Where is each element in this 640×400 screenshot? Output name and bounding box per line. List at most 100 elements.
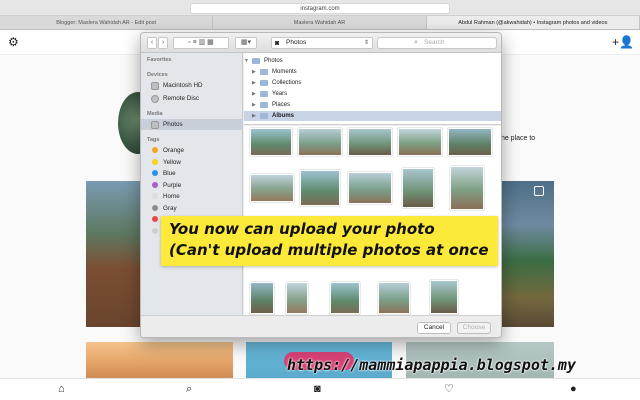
- sidebar-item-macintosh-hd[interactable]: Macintosh HD: [147, 80, 243, 91]
- folder-icon: [260, 102, 268, 108]
- photo-thumbnail[interactable]: [398, 128, 442, 156]
- photo-thumbnail[interactable]: [250, 174, 294, 202]
- photo-thumbnail[interactable]: [378, 282, 410, 314]
- tag-color-dot: [152, 193, 158, 199]
- address-bar[interactable]: instagram.com: [190, 3, 450, 14]
- profile-icon[interactable]: ●: [570, 383, 577, 395]
- browser-row-label: Collections: [272, 80, 302, 86]
- column-browser: ▼ Photos ▶ Moments ▶ Collections ▶ Years ▶ Places…: [244, 53, 501, 125]
- file-open-dialog: ‹ › ▫ ≡ ▥ ▦ ▦▾ ◙ Photos ⇕ ⌕ Search Favor…: [140, 32, 502, 338]
- photo-thumbnail[interactable]: [250, 128, 292, 156]
- photo-thumbnail[interactable]: [402, 168, 434, 208]
- photo-thumbnail[interactable]: [300, 170, 340, 206]
- photo-thumbnail[interactable]: [450, 166, 484, 210]
- post-thumbnail[interactable]: [494, 181, 554, 327]
- camera-icon: [151, 121, 159, 129]
- sidebar-tag-label: Yellow: [163, 158, 181, 166]
- dialog-footer: Cancel Choose: [141, 315, 501, 337]
- search-input[interactable]: ⌕ Search: [377, 37, 497, 49]
- sidebar-heading-media: Media: [147, 111, 163, 117]
- disclosure-triangle-icon[interactable]: ▶: [252, 111, 256, 121]
- gear-icon[interactable]: ⚙: [8, 36, 20, 48]
- photo-thumbnail[interactable]: [348, 128, 392, 156]
- photos-app-icon: [252, 58, 260, 64]
- folder-icon: [260, 113, 268, 119]
- tab-bar: Blogger: Maslera Wahidah AR - Edit post …: [0, 16, 640, 30]
- sidebar-tag-item[interactable]: Gray: [147, 203, 243, 214]
- disclosure-triangle-icon[interactable]: ▶: [252, 89, 256, 99]
- profile-bio: the place to: [499, 135, 536, 142]
- camera-icon: ◙: [275, 40, 280, 47]
- multiple-photos-icon: [534, 186, 544, 196]
- disclosure-triangle-icon[interactable]: ▶: [252, 100, 256, 110]
- sidebar-tag-item[interactable]: Orange: [147, 145, 243, 156]
- hard-drive-icon: [151, 82, 159, 90]
- arrange-button[interactable]: ▦▾: [235, 37, 257, 49]
- photo-thumbnail[interactable]: [348, 172, 392, 204]
- sidebar-tag-item[interactable]: Blue: [147, 168, 243, 179]
- sidebar-heading-favorites: Favorites: [147, 57, 172, 63]
- photo-thumbnail[interactable]: [448, 128, 492, 156]
- sidebar-tag-item[interactable]: Yellow: [147, 157, 243, 168]
- back-button[interactable]: ‹: [147, 37, 157, 49]
- sidebar-heading-devices: Devices: [147, 72, 168, 78]
- browser-row[interactable]: ▶ Places: [252, 100, 501, 110]
- forward-button[interactable]: ›: [158, 37, 168, 49]
- photo-thumbnail[interactable]: [250, 282, 274, 314]
- screen: instagram.com Blogger: Maslera Wahidah A…: [0, 0, 640, 400]
- sidebar-item-label: Remote Disc: [163, 95, 200, 102]
- disclosure-triangle-icon[interactable]: ▶: [252, 67, 256, 77]
- chevron-updown-icon: ⇕: [363, 40, 369, 46]
- browser-tab[interactable]: Maslera Wahidah AR: [213, 16, 427, 29]
- sidebar-item-photos[interactable]: Photos: [141, 119, 243, 130]
- cancel-button[interactable]: Cancel: [417, 322, 451, 334]
- search-placeholder: Search: [424, 39, 445, 46]
- sidebar-tag-item[interactable]: Purple: [147, 180, 243, 191]
- browser-row[interactable]: ▶ Collections: [252, 78, 501, 88]
- dialog-sidebar: Favorites Devices Macintosh HD Remote Di…: [141, 53, 243, 315]
- caption-banner: You now can upload your photo (Can't upl…: [161, 216, 498, 266]
- sidebar-tag-label: Blue: [163, 170, 176, 177]
- browser-tab[interactable]: Blogger: Maslera Wahidah AR - Edit post: [0, 16, 214, 29]
- blog-watermark: https://mammiapappia.blogspot.my: [287, 356, 576, 374]
- browser-row-label: Albums: [272, 113, 295, 119]
- browser-row-label: Places: [272, 102, 291, 108]
- photo-thumbnail[interactable]: [298, 128, 342, 156]
- disclosure-triangle-icon[interactable]: ▶: [252, 78, 256, 88]
- choose-button[interactable]: Choose: [457, 322, 491, 334]
- view-mode-buttons[interactable]: ▫ ≡ ▥ ▦: [173, 37, 229, 49]
- sidebar-item-remote-disc[interactable]: Remote Disc: [147, 93, 243, 104]
- post-thumbnail[interactable]: [86, 342, 233, 382]
- location-popup[interactable]: ◙ Photos ⇕: [271, 37, 373, 49]
- sidebar-tag-label: Orange: [163, 147, 185, 154]
- search-icon[interactable]: ⌕: [186, 383, 192, 395]
- browser-row-label: Years: [272, 91, 288, 97]
- photo-thumbnail[interactable]: [330, 282, 360, 314]
- browser-row-label: Photos: [264, 58, 283, 64]
- photo-thumbnail[interactable]: [430, 280, 458, 314]
- browser-row[interactable]: ▶ Moments: [252, 67, 501, 77]
- caption-line-2: (Can't upload multiple photos at once: [169, 241, 489, 259]
- browser-row[interactable]: ▶ Years: [252, 89, 501, 99]
- caption-line-1: You now can upload your photo: [169, 220, 435, 238]
- browser-row[interactable]: ▶ Albums: [244, 111, 501, 121]
- browser-tab-active[interactable]: Abdul Rahman (@akwahidah) • Instagram ph…: [426, 16, 640, 29]
- browser-toolbar: instagram.com: [0, 0, 640, 16]
- add-person-icon[interactable]: +👤: [612, 35, 634, 49]
- heart-icon[interactable]: ♡: [444, 383, 454, 395]
- disclosure-triangle-icon[interactable]: ▼: [244, 56, 249, 66]
- sidebar-tag-label: Home: [163, 193, 180, 200]
- sidebar-tag-item[interactable]: Home: [147, 191, 243, 202]
- tag-color-dot: [152, 216, 158, 222]
- browser-row[interactable]: ▼ Photos: [244, 56, 494, 66]
- home-icon[interactable]: ⌂: [58, 383, 65, 395]
- folder-icon: [260, 69, 268, 75]
- post-thumbnail[interactable]: [86, 181, 146, 327]
- location-label: Photos: [286, 39, 307, 46]
- tag-color-dot: [152, 204, 158, 211]
- folder-icon: [260, 91, 268, 97]
- dialog-toolbar: ‹ › ▫ ≡ ▥ ▦ ▦▾ ◙ Photos ⇕ ⌕ Search: [141, 33, 501, 53]
- camera-icon[interactable]: ◙: [314, 383, 321, 395]
- disc-icon: [151, 95, 159, 103]
- photo-thumbnail[interactable]: [286, 282, 308, 314]
